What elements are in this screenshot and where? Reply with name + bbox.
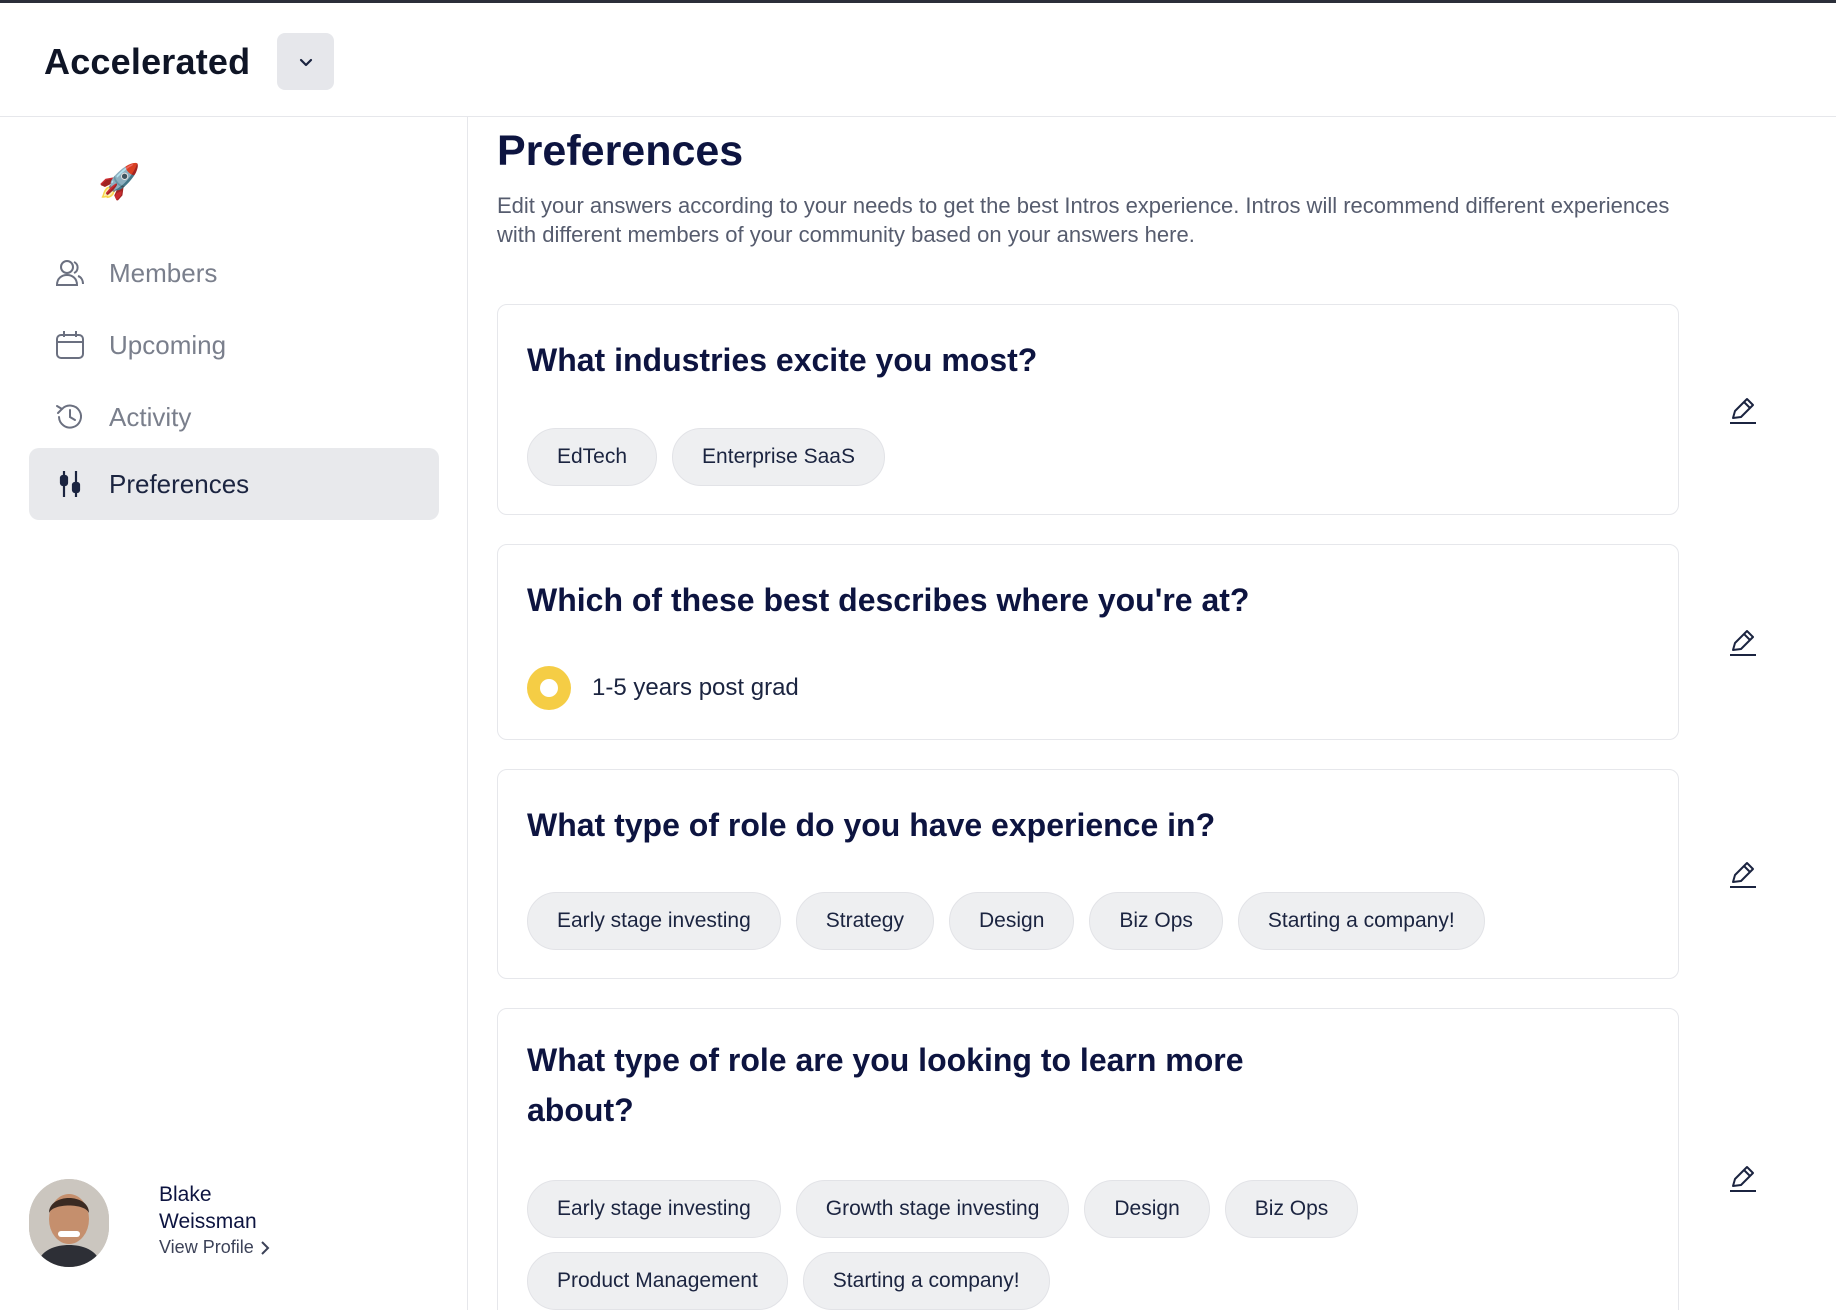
- top-bar: Accelerated: [0, 0, 1836, 117]
- sidebar-item-members[interactable]: Members: [29, 237, 439, 309]
- answer-chip: Design: [949, 892, 1075, 950]
- question-card: What type of role are you looking to lea…: [497, 1008, 1679, 1310]
- history-icon: [51, 398, 89, 436]
- edit-question-button[interactable]: [1723, 622, 1763, 662]
- answer-chip: Growth stage investing: [795, 1180, 1070, 1238]
- sidebar-item-label: Members: [109, 257, 218, 288]
- sidebar-item-preferences[interactable]: Preferences: [29, 448, 439, 520]
- answer-chip: Strategy: [795, 892, 934, 950]
- chevron-right-icon: [261, 1240, 270, 1255]
- sidebar-item-label: Preferences: [109, 468, 250, 499]
- page-title: Preferences: [497, 127, 744, 175]
- view-profile-label: View Profile: [159, 1237, 254, 1257]
- rocket-logo-icon: 🚀: [98, 163, 141, 201]
- question-title: What type of role are you looking to lea…: [527, 1042, 1244, 1128]
- page-description: Edit your answers according to your need…: [497, 193, 1670, 247]
- answer-chip: EdTech: [527, 428, 658, 486]
- pencil-icon: [1730, 630, 1756, 656]
- radio-label: 1-5 years post grad: [592, 674, 799, 701]
- users-icon: [51, 254, 89, 292]
- edit-question-button[interactable]: [1723, 854, 1763, 894]
- selected-option: 1-5 years post grad: [527, 666, 799, 710]
- sidebar-item-upcoming[interactable]: Upcoming: [29, 309, 439, 381]
- pencil-icon: [1730, 862, 1756, 888]
- edit-question-button[interactable]: [1723, 390, 1763, 430]
- pencil-icon: [1730, 398, 1756, 424]
- sliders-icon: [51, 465, 89, 503]
- answer-chip: Early stage investing: [527, 1180, 781, 1238]
- chevron-down-icon: [299, 58, 312, 66]
- question-card: Which of these best describes where you'…: [497, 544, 1679, 740]
- answer-chips: Early stage investing Growth stage inves…: [527, 1180, 1427, 1310]
- sidebar-item-label: Activity: [109, 401, 192, 432]
- answer-chip: Enterprise SaaS: [672, 428, 885, 486]
- calendar-icon: [51, 326, 89, 364]
- answer-chip: Starting a company!: [1237, 892, 1485, 950]
- app-title: Accelerated: [44, 41, 251, 82]
- sidebar: 🚀 Members Upcoming Activity Preferences …: [0, 117, 468, 1310]
- question-title: What type of role do you have experience…: [527, 807, 1216, 843]
- sidebar-item-label: Upcoming: [109, 329, 227, 360]
- answer-chips: EdTech Enterprise SaaS: [527, 428, 885, 486]
- question-card: What industries excite you most? EdTech …: [497, 304, 1679, 515]
- question-card: What type of role do you have experience…: [497, 769, 1679, 979]
- answer-chip: Product Management: [527, 1252, 788, 1310]
- question-title: What industries excite you most?: [527, 342, 1038, 378]
- avatar[interactable]: [29, 1179, 109, 1267]
- answer-chip: Biz Ops: [1224, 1180, 1359, 1238]
- edit-question-button[interactable]: [1723, 1158, 1763, 1198]
- app-switcher-button[interactable]: [277, 33, 334, 90]
- view-profile-link[interactable]: View Profile: [159, 1237, 270, 1258]
- radio-selected: [527, 666, 571, 710]
- answer-chip: Design: [1084, 1180, 1210, 1238]
- answer-chips: Early stage investing Strategy Design Bi…: [527, 892, 1485, 950]
- profile-name: Blake Weissman: [159, 1183, 257, 1233]
- question-title: Which of these best describes where you'…: [527, 582, 1250, 618]
- sidebar-item-activity[interactable]: Activity: [29, 381, 439, 453]
- answer-chip: Early stage investing: [527, 892, 781, 950]
- main-content: Preferences Edit your answers according …: [469, 117, 1836, 1310]
- pencil-icon: [1730, 1166, 1756, 1192]
- answer-chip: Starting a company!: [802, 1252, 1050, 1310]
- answer-chip: Biz Ops: [1089, 892, 1223, 950]
- user-profile: Blake Weissman View Profile: [29, 1177, 449, 1277]
